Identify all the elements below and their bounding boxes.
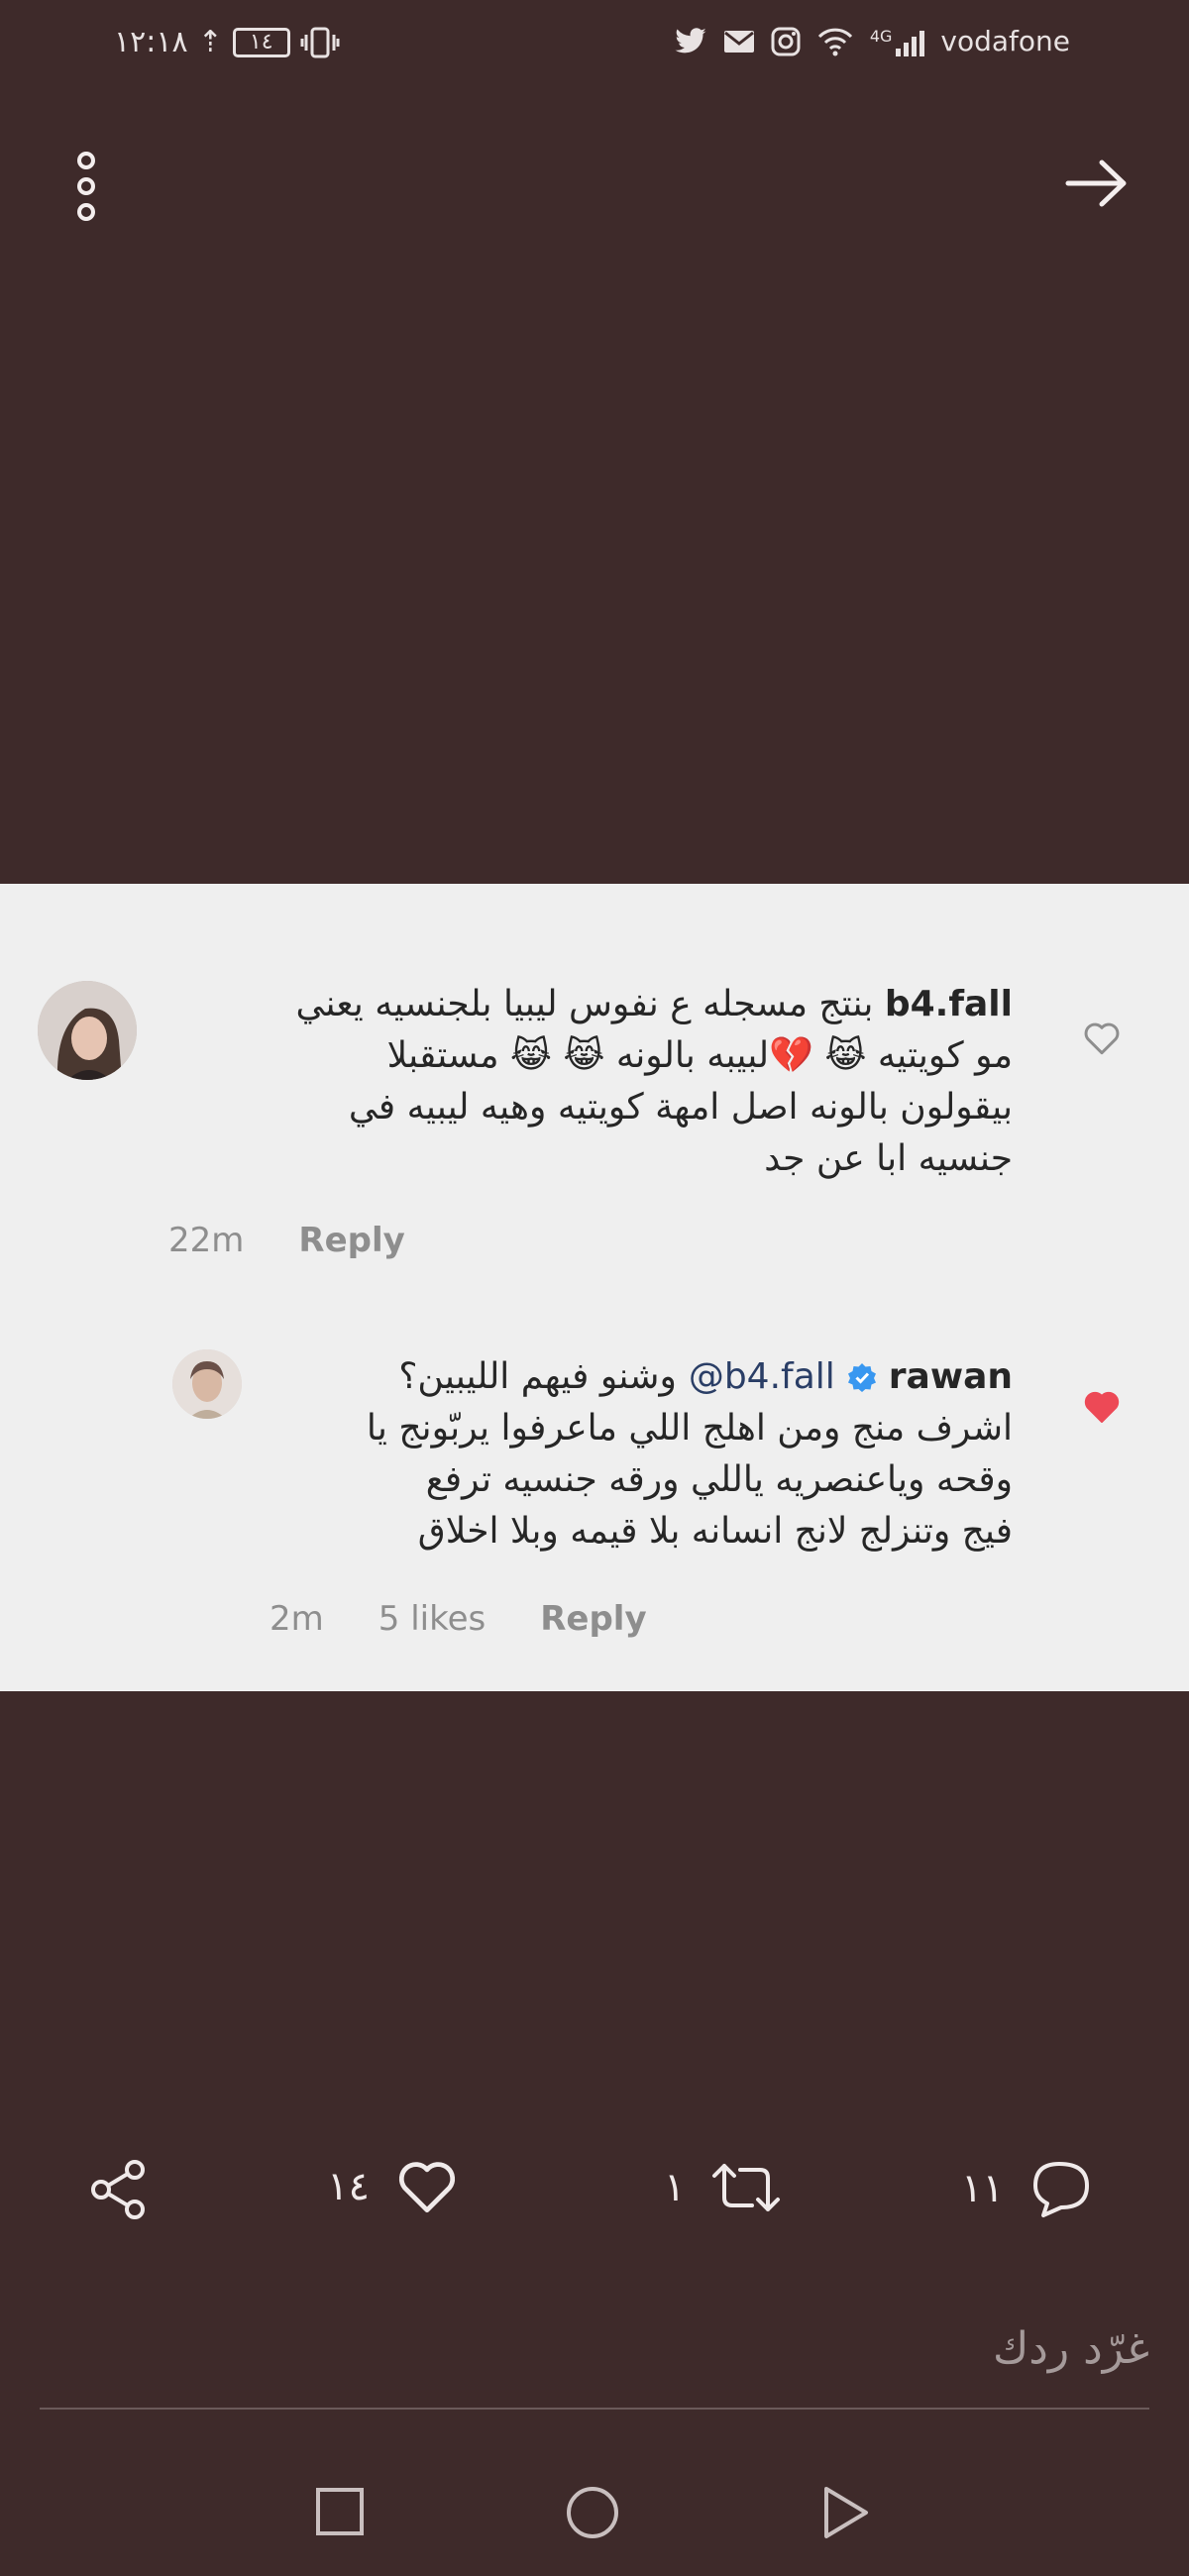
comment-time: 2m xyxy=(270,1599,324,1639)
retweet-action[interactable]: ١ xyxy=(664,2158,782,2217)
more-options-icon[interactable] xyxy=(71,151,101,222)
wifi-icon xyxy=(817,28,852,55)
comment-meta: 22m Reply xyxy=(168,1221,405,1260)
comment-text-line: اشرف منج ومن اهلج اللي ماعرفوا يربّونج ي… xyxy=(366,1408,1013,1449)
comment-text-line: فيج وتنزلج لانج انسانه بلا قيمه وبلا اخل… xyxy=(417,1511,1013,1552)
reply-action[interactable]: ١١ xyxy=(961,2158,1093,2219)
reply-input[interactable]: غرّد ردك xyxy=(40,2323,1149,2403)
verified-badge-icon xyxy=(847,1363,876,1392)
share-action[interactable] xyxy=(87,2158,151,2221)
comment-meta: 2m 5 likes Reply xyxy=(270,1599,647,1639)
reply-button[interactable]: Reply xyxy=(298,1221,404,1260)
status-left: ١٢:١٨ ⇡ ١٤ xyxy=(114,25,340,59)
comment-body: b4.fall بنتج مسجله ع نفوس ليبيا بلجنسيه … xyxy=(141,979,1013,1185)
reply-count: ١١ xyxy=(961,2166,1004,2211)
carrier-name: vodafone xyxy=(940,25,1070,57)
battery-level: ١٤ xyxy=(249,30,273,54)
comment-text-line: وقحه وياعنصريه ياللي ورقه جنسيه ترفع xyxy=(425,1459,1013,1500)
signal-icon xyxy=(896,27,925,56)
like-action[interactable]: ١٤ xyxy=(327,2158,459,2215)
comment-likes[interactable]: 5 likes xyxy=(378,1599,486,1639)
retweet-icon[interactable] xyxy=(710,2158,782,2217)
heart-outline-icon[interactable] xyxy=(1082,1020,1122,1056)
avatar-image xyxy=(38,981,137,1080)
clock: ١٢:١٨ xyxy=(114,25,188,59)
tweet-action-bar: ١٤ ١ ١١ xyxy=(0,2140,1189,2229)
avatar-image xyxy=(172,1349,242,1419)
back-icon[interactable] xyxy=(820,2485,870,2540)
comment-username[interactable]: b4.fall xyxy=(885,984,1013,1024)
reply-placeholder: غرّد ردك xyxy=(993,2323,1149,2374)
heart-filled-icon[interactable] xyxy=(1082,1389,1122,1425)
reply-button[interactable]: Reply xyxy=(540,1599,646,1639)
comment-line: rawan @b4.fall وشنو فيهم الليبين؟ xyxy=(260,1351,1013,1403)
share-icon[interactable] xyxy=(87,2158,151,2221)
comment-line: b4.fall بنتج مسجله ع نفوس ليبيا بلجنسيه … xyxy=(141,979,1013,1030)
home-icon[interactable] xyxy=(565,2485,620,2540)
twitter-icon xyxy=(675,27,706,53)
comment-icon[interactable] xyxy=(1029,2158,1093,2219)
comment-username[interactable]: rawan xyxy=(889,1351,1013,1403)
retweet-count: ١ xyxy=(664,2165,686,2210)
mail-icon xyxy=(723,30,754,53)
comment-rawan: rawan @b4.fall وشنو فيهم الليبين؟ اشرف م… xyxy=(0,1280,1189,1691)
top-navigation xyxy=(0,129,1189,238)
comment-text-line: بنتج مسجله ع نفوس ليبيا بلجنسيه يعني xyxy=(295,984,874,1024)
battery-icon: ١٤ xyxy=(232,27,290,57)
comment-body: rawan @b4.fall وشنو فيهم الليبين؟ اشرف م… xyxy=(260,1351,1013,1557)
charging-icon: ⇡ xyxy=(197,25,223,59)
comments-screenshot: b4.fall بنتج مسجله ع نفوس ليبيا بلجنسيه … xyxy=(0,884,1189,1691)
network-type: 4G xyxy=(869,26,893,46)
like-count: ١٤ xyxy=(327,2164,370,2209)
avatar-b4-fall xyxy=(38,981,137,1080)
comment-text-line: بيقولون بالونه اصل امهة كويتيه وهيه ليبي… xyxy=(348,1087,1013,1127)
signal-strength: 4G xyxy=(870,27,925,56)
comment-b4-fall: b4.fall بنتج مسجله ع نفوس ليبيا بلجنسيه … xyxy=(0,884,1189,1280)
divider xyxy=(40,2408,1149,2410)
status-bar: ١٢:١٨ ⇡ ١٤ 4G vodafone xyxy=(0,0,1189,94)
recent-apps-icon[interactable] xyxy=(315,2487,365,2536)
heart-icon[interactable] xyxy=(395,2158,459,2215)
comment-text-line: مو كويتيه 😹 💔لبيبه بالونه 😹 😹 مستقبلا xyxy=(386,1035,1013,1076)
comment-text-line: وشنو فيهم الليبين؟ xyxy=(398,1356,677,1397)
forward-arrow-icon[interactable] xyxy=(1064,159,1130,208)
comment-text-line: جنسيه ابا عن جد xyxy=(764,1138,1013,1179)
vibrate-icon xyxy=(300,27,340,57)
mention-link[interactable]: @b4.fall xyxy=(689,1351,835,1403)
system-nav-bar xyxy=(0,2457,1189,2556)
status-right: 4G vodafone xyxy=(674,25,1070,57)
avatar-rawan xyxy=(172,1349,242,1419)
comment-time: 22m xyxy=(168,1221,245,1260)
instagram-icon xyxy=(771,27,801,55)
